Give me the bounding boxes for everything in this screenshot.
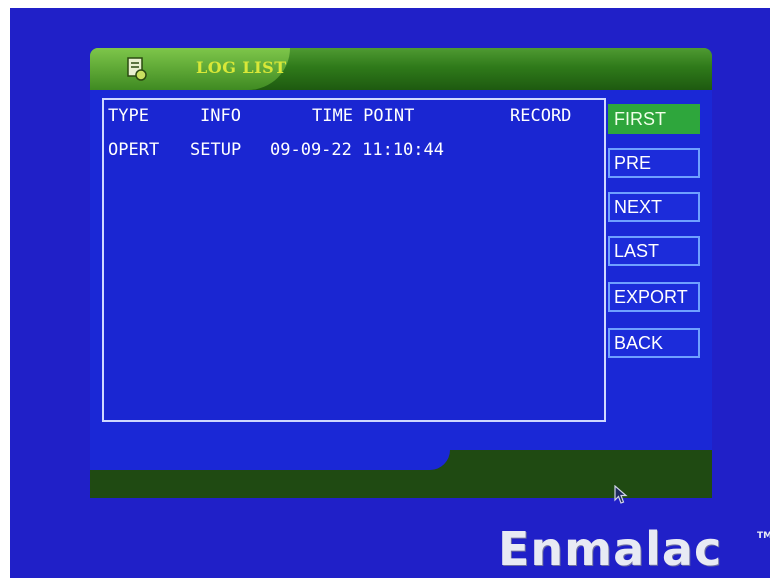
bottom-bar-curve	[90, 450, 450, 470]
pre-button[interactable]: PRE	[608, 148, 700, 178]
header-type: TYPE	[108, 106, 149, 126]
table-header: TYPE INFO TIME POINT RECORD	[108, 106, 598, 128]
title-bar: LOG LIST	[90, 48, 712, 90]
window-title: LOG LIST	[196, 58, 287, 77]
log-list-window: LOG LIST TYPE INFO TIME POINT RECORD OPE…	[90, 48, 712, 498]
brand-watermark: Enmalac	[498, 522, 723, 576]
table-row[interactable]: OPERT SETUP 09-09-22 11:10:44	[108, 140, 598, 162]
back-button[interactable]: BACK	[608, 328, 700, 358]
log-document-icon	[127, 57, 147, 81]
mouse-cursor-icon	[614, 485, 628, 504]
first-button[interactable]: FIRST	[608, 104, 700, 134]
trademark-symbol: TM	[757, 531, 770, 541]
cell-info: SETUP	[190, 140, 242, 160]
log-list-panel[interactable]: TYPE INFO TIME POINT RECORD OPERT SETUP …	[102, 98, 606, 422]
cell-type: OPERT	[108, 140, 160, 160]
export-button[interactable]: EXPORT	[608, 282, 700, 312]
header-info: INFO	[200, 106, 241, 126]
header-time-point: TIME POINT	[312, 106, 415, 126]
header-record: RECORD	[510, 106, 572, 126]
next-button[interactable]: NEXT	[608, 192, 700, 222]
last-button[interactable]: LAST	[608, 236, 700, 266]
cell-time-point: 09-09-22 11:10:44	[270, 140, 444, 160]
